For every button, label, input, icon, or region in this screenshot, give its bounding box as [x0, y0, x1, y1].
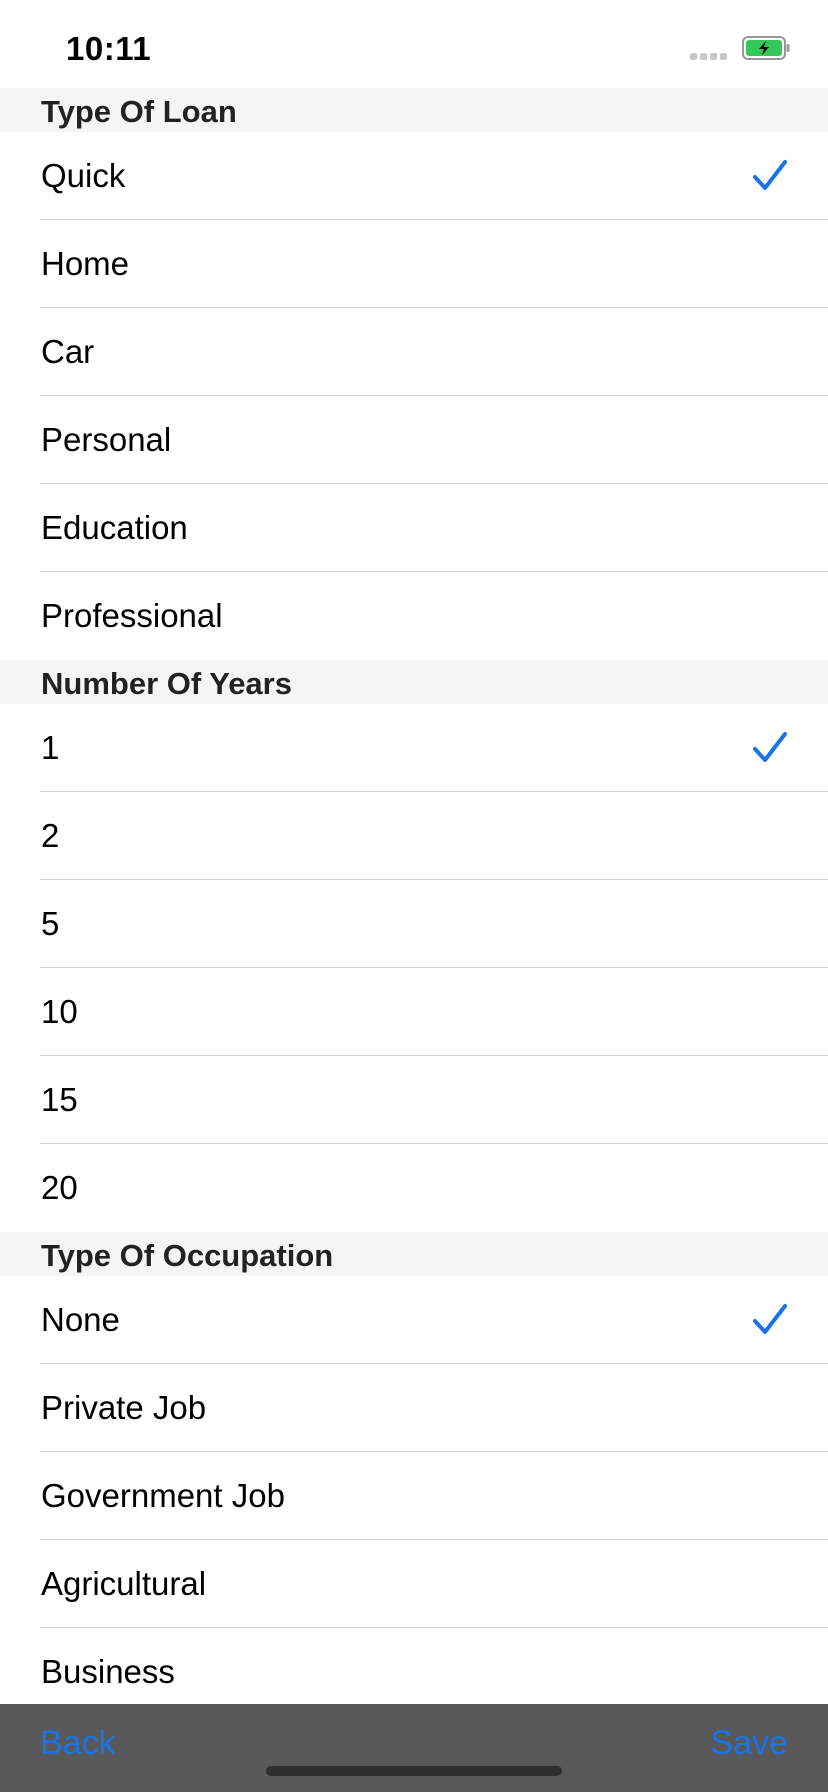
list-item-label: 5: [41, 905, 60, 942]
list-item[interactable]: Agricultural: [0, 1540, 828, 1628]
list-item-label: Private Job: [41, 1389, 207, 1426]
list-item-label: 15: [41, 1081, 78, 1118]
checkmark-icon: [752, 730, 788, 766]
list-item-label: Quick: [41, 157, 126, 194]
home-indicator[interactable]: [266, 1766, 562, 1776]
save-button[interactable]: Save: [711, 1724, 789, 1763]
signal-icon: [690, 53, 730, 61]
bottom-toolbar: Back Save: [0, 1704, 828, 1792]
list-item[interactable]: Home: [0, 220, 828, 308]
list-item[interactable]: Business: [0, 1628, 828, 1716]
list-item-label: Business: [41, 1653, 175, 1690]
list-item[interactable]: Education: [0, 484, 828, 572]
list-item-label: Government Job: [41, 1477, 285, 1514]
list-item[interactable]: Car: [0, 308, 828, 396]
list-item-label: 2: [41, 817, 60, 854]
list-item-label: Personal: [41, 421, 172, 458]
list-item[interactable]: None: [0, 1276, 828, 1364]
list-item-label: None: [41, 1301, 120, 1338]
list-item-label: Car: [41, 333, 95, 370]
battery-charging-icon: [742, 36, 790, 60]
back-button[interactable]: Back: [40, 1724, 116, 1763]
options-list: Type Of Loan Quick Home Car Personal Educatio…: [0, 88, 828, 1716]
status-time: 10:11: [66, 30, 152, 67]
checkmark-icon: [752, 158, 788, 194]
list-item-label: 10: [41, 993, 78, 1030]
status-bar: 10:11: [0, 0, 828, 88]
list-item-label: Agricultural: [41, 1565, 207, 1602]
list-item[interactable]: Personal: [0, 396, 828, 484]
list-item[interactable]: 20: [0, 1144, 828, 1232]
list-item-label: 20: [41, 1169, 78, 1206]
list-item[interactable]: Private Job: [0, 1364, 828, 1452]
list-item-label: Education: [41, 509, 188, 546]
section-header: Type Of Occupation: [0, 1232, 828, 1276]
section-header: Type Of Loan: [0, 88, 828, 132]
list-item[interactable]: Quick: [0, 132, 828, 220]
checkmark-icon: [752, 1302, 788, 1338]
list-item-label: Professional: [41, 597, 223, 634]
list-item[interactable]: 15: [0, 1056, 828, 1144]
list-item-label: 1: [41, 729, 60, 766]
list-item[interactable]: 2: [0, 792, 828, 880]
section-header: Number Of Years: [0, 660, 828, 704]
list-item[interactable]: Government Job: [0, 1452, 828, 1540]
list-item-label: Home: [41, 245, 130, 282]
list-item[interactable]: 5: [0, 880, 828, 968]
list-item[interactable]: 1: [0, 704, 828, 792]
list-item[interactable]: 10: [0, 968, 828, 1056]
list-item[interactable]: Professional: [0, 572, 828, 660]
